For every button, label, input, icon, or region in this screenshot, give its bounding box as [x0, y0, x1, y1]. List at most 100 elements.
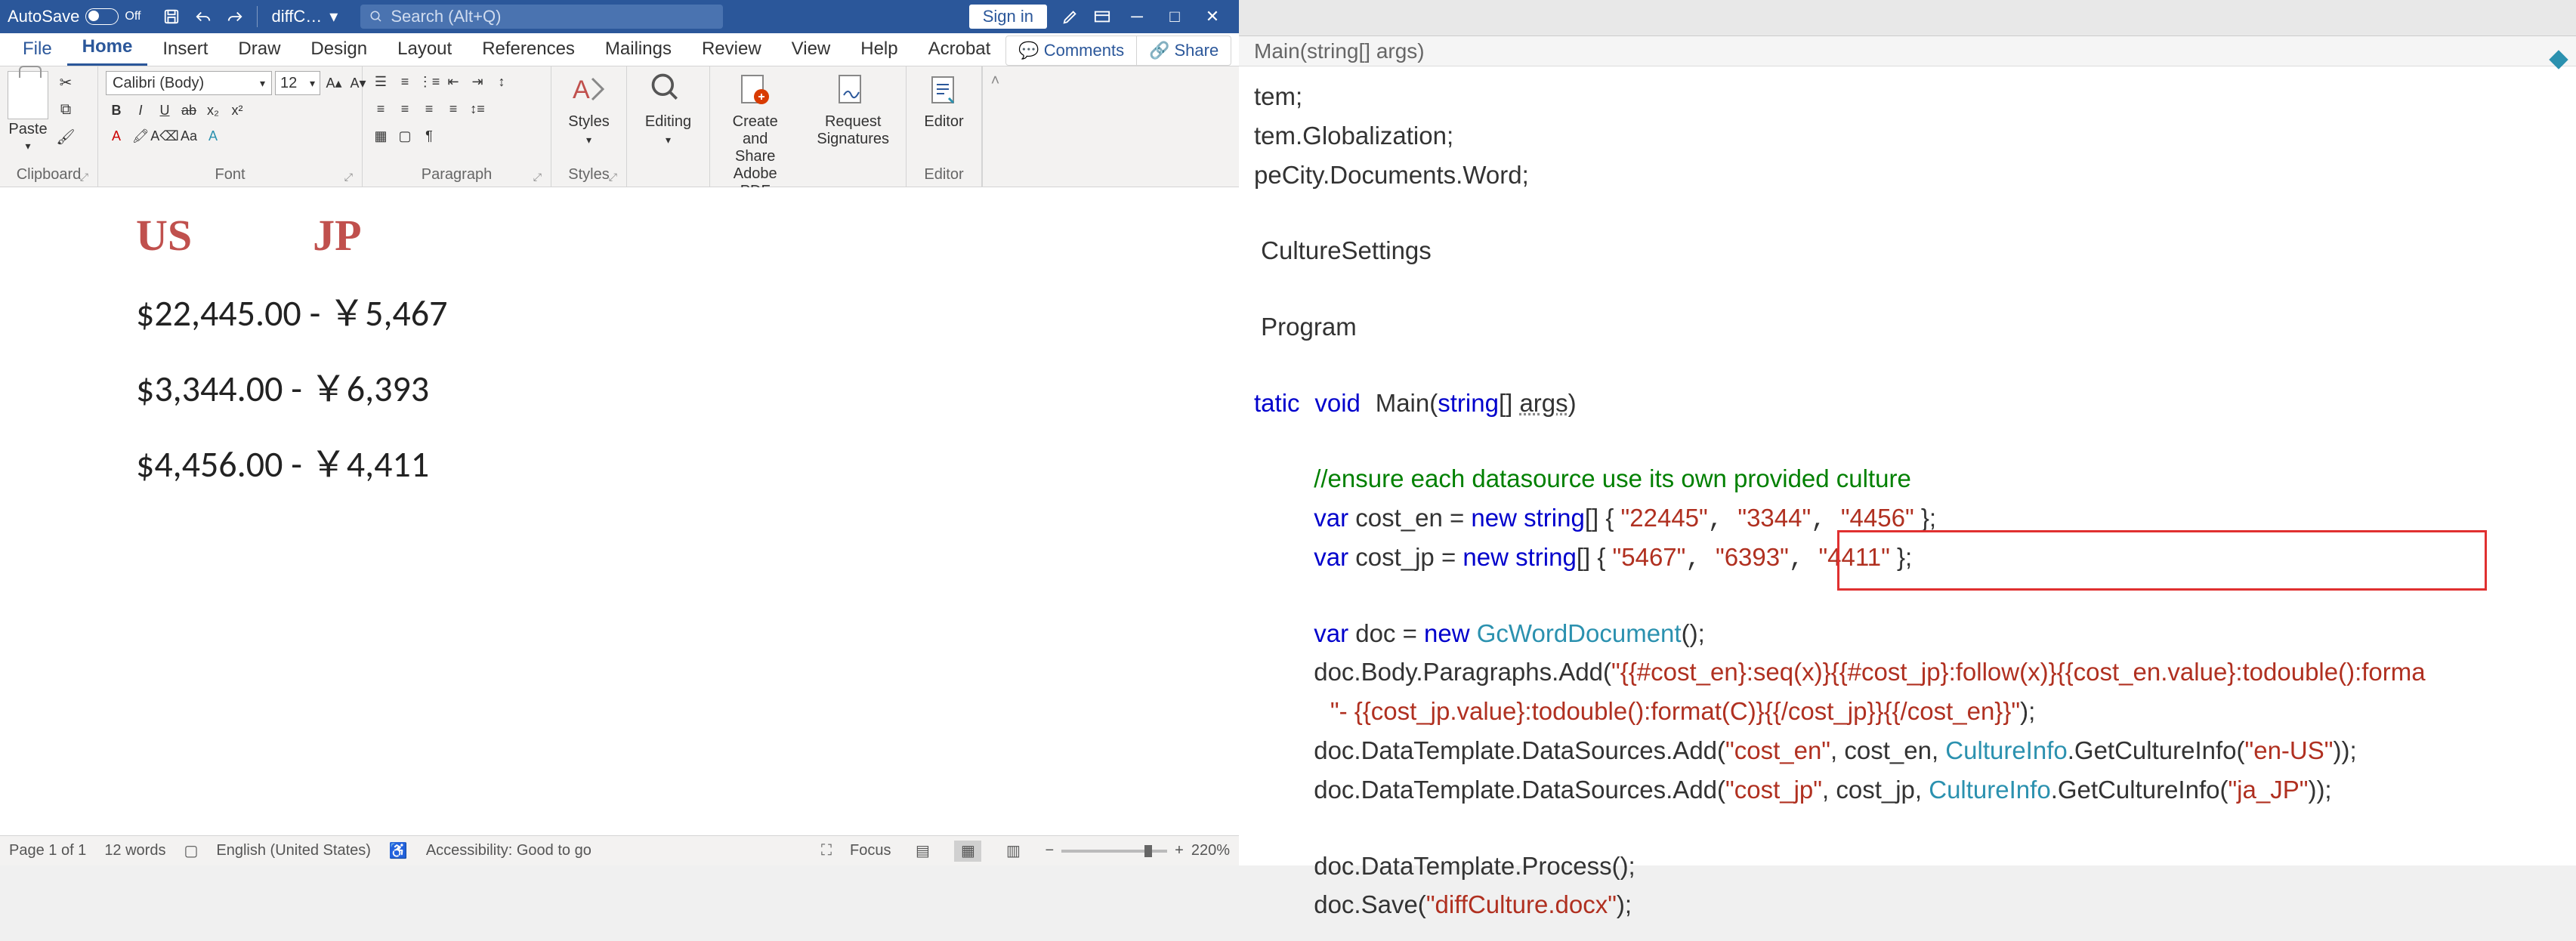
share-button[interactable]: 🔗 Share	[1137, 35, 1231, 66]
editor-button[interactable]: Editor	[915, 71, 972, 131]
shading-icon[interactable]: ▦	[370, 125, 391, 147]
create-pdf-button[interactable]: Create and Share Adobe PDF	[718, 71, 792, 200]
save-icon[interactable]	[159, 4, 184, 29]
sort-icon[interactable]: ↕	[491, 71, 512, 92]
zoom-out-icon[interactable]: −	[1045, 842, 1054, 859]
font-size-select[interactable]: 12▾	[275, 71, 320, 95]
align-right-icon[interactable]: ≡	[419, 98, 440, 119]
italic-button[interactable]: I	[130, 100, 151, 121]
group-font: Calibri (Body)▾ 12▾ A▴ A▾ B I U ab x₂ x²	[98, 66, 363, 187]
undo-icon[interactable]	[190, 4, 216, 29]
bullets-icon[interactable]: ☰	[370, 71, 391, 92]
status-words[interactable]: 12 words	[104, 842, 165, 859]
read-mode-icon[interactable]: ▤	[909, 841, 936, 862]
subscript-button[interactable]: x₂	[202, 100, 224, 121]
status-focus[interactable]: Focus	[850, 842, 891, 859]
strike-button[interactable]: ab	[178, 100, 199, 121]
tab-review[interactable]: Review	[687, 32, 777, 66]
clear-format-button[interactable]: A⌫	[154, 125, 175, 147]
web-layout-icon[interactable]: ▥	[999, 841, 1027, 862]
redo-icon[interactable]	[222, 4, 248, 29]
autosave-toggle-switch[interactable]	[85, 8, 119, 25]
editing-button[interactable]: Editing ▾	[636, 71, 700, 147]
font-name-select[interactable]: Calibri (Body)▾	[106, 71, 272, 95]
document-area[interactable]: US JP $22,445.00 - ￥5,467 $3,344.00 - ￥6…	[0, 187, 1239, 835]
line-spacing-icon[interactable]: ↕≡	[467, 98, 488, 119]
search-box[interactable]: Search (Alt+Q)	[360, 5, 723, 29]
zoom-slider[interactable]	[1061, 850, 1167, 853]
dec-indent-icon[interactable]: ⇤	[443, 71, 464, 92]
request-signatures-button[interactable]: Request Signatures	[808, 71, 898, 148]
tab-insert[interactable]: Insert	[147, 32, 223, 66]
align-center-icon[interactable]: ≡	[394, 98, 415, 119]
comment-icon: 💬	[1018, 41, 1039, 60]
bold-button[interactable]: B	[106, 100, 127, 121]
numbering-icon[interactable]: ≡	[394, 71, 415, 92]
change-case-button[interactable]: Aa	[178, 125, 199, 147]
paragraph-launcher-icon[interactable]: ⤢	[533, 171, 542, 184]
doc-row-2: $3,344.00 - ￥6,393	[136, 359, 1103, 412]
search-placeholder: Search (Alt+Q)	[391, 7, 501, 26]
ribbon-tabs: File Home Insert Draw Design Layout Refe…	[0, 33, 1239, 66]
focus-icon[interactable]: ⛶	[821, 842, 832, 859]
close-button[interactable]: ✕	[1194, 0, 1231, 33]
status-page[interactable]: Page 1 of 1	[9, 842, 86, 859]
tab-acrobat[interactable]: Acrobat	[913, 32, 1006, 66]
document-page: US JP $22,445.00 - ￥5,467 $3,344.00 - ￥6…	[0, 187, 1239, 532]
spellcheck-icon[interactable]: ▢	[184, 841, 198, 860]
group-clipboard: Paste ▾ ✂ ⧉ 🖌 Clipboard⤢	[0, 66, 98, 187]
grow-font-icon[interactable]: A▴	[323, 73, 344, 94]
highlight-button[interactable]: 🖍	[130, 125, 151, 147]
font-launcher-icon[interactable]: ⤢	[344, 171, 353, 184]
signin-button[interactable]: Sign in	[969, 5, 1047, 29]
tab-draw[interactable]: Draw	[223, 32, 295, 66]
collapse-ribbon-icon[interactable]: ˄	[982, 66, 1008, 187]
text-effects-button[interactable]: A	[202, 125, 224, 147]
autosave-toggle[interactable]: AutoSave Off	[8, 7, 141, 26]
justify-icon[interactable]: ≡	[443, 98, 464, 119]
highlight-box	[1837, 530, 2487, 591]
underline-button[interactable]: U	[154, 100, 175, 121]
format-painter-icon[interactable]: 🖌	[54, 125, 77, 148]
paste-icon[interactable]	[8, 71, 48, 119]
pen-icon[interactable]	[1058, 4, 1083, 29]
tab-design[interactable]: Design	[295, 32, 382, 66]
doc-name-dropdown-icon[interactable]: ▾	[329, 7, 338, 26]
heading-jp: JP	[313, 210, 361, 261]
doc-row-1: $22,445.00 - ￥5,467	[136, 283, 1103, 336]
status-accessibility[interactable]: Accessibility: Good to go	[426, 842, 591, 859]
cut-icon[interactable]: ✂	[54, 71, 77, 94]
breadcrumb[interactable]: Main(string[] args)	[1239, 36, 2576, 66]
multilevel-icon[interactable]: ⋮≡	[419, 71, 440, 92]
maximize-button[interactable]: □	[1156, 0, 1194, 33]
tab-view[interactable]: View	[777, 32, 846, 66]
ribbon-display-icon[interactable]	[1089, 4, 1115, 29]
status-language[interactable]: English (United States)	[216, 842, 371, 859]
zoom-in-icon[interactable]: +	[1175, 842, 1184, 859]
show-marks-icon[interactable]: ¶	[419, 125, 440, 147]
statusbar: Page 1 of 1 12 words ▢ English (United S…	[0, 835, 1239, 865]
comments-button[interactable]: 💬 Comments	[1005, 35, 1137, 66]
styles-button[interactable]: A Styles ▾	[559, 71, 618, 147]
tab-mailings[interactable]: Mailings	[590, 32, 687, 66]
inc-indent-icon[interactable]: ⇥	[467, 71, 488, 92]
tab-references[interactable]: References	[467, 32, 590, 66]
autosave-state: Off	[125, 10, 141, 23]
align-left-icon[interactable]: ≡	[370, 98, 391, 119]
superscript-button[interactable]: x²	[227, 100, 248, 121]
borders-icon[interactable]: ▢	[394, 125, 415, 147]
copy-icon[interactable]: ⧉	[54, 98, 77, 121]
tab-home[interactable]: Home	[67, 30, 148, 66]
clipboard-launcher-icon[interactable]: ⤢	[80, 171, 88, 184]
group-editor: Editor Editor	[907, 66, 982, 187]
tab-file[interactable]: File	[8, 32, 67, 66]
styles-launcher-icon[interactable]: ⤢	[609, 171, 617, 184]
code-area[interactable]: tem; tem.Globalization; peCity.Documents…	[1239, 66, 2576, 941]
paste-dropdown-icon[interactable]: ▾	[25, 140, 30, 153]
tab-help[interactable]: Help	[845, 32, 913, 66]
print-layout-icon[interactable]: ▦	[954, 841, 981, 862]
minimize-button[interactable]: ─	[1118, 0, 1156, 33]
zoom-value[interactable]: 220%	[1191, 842, 1230, 859]
tab-layout[interactable]: Layout	[382, 32, 467, 66]
font-color-button[interactable]: A	[106, 125, 127, 147]
